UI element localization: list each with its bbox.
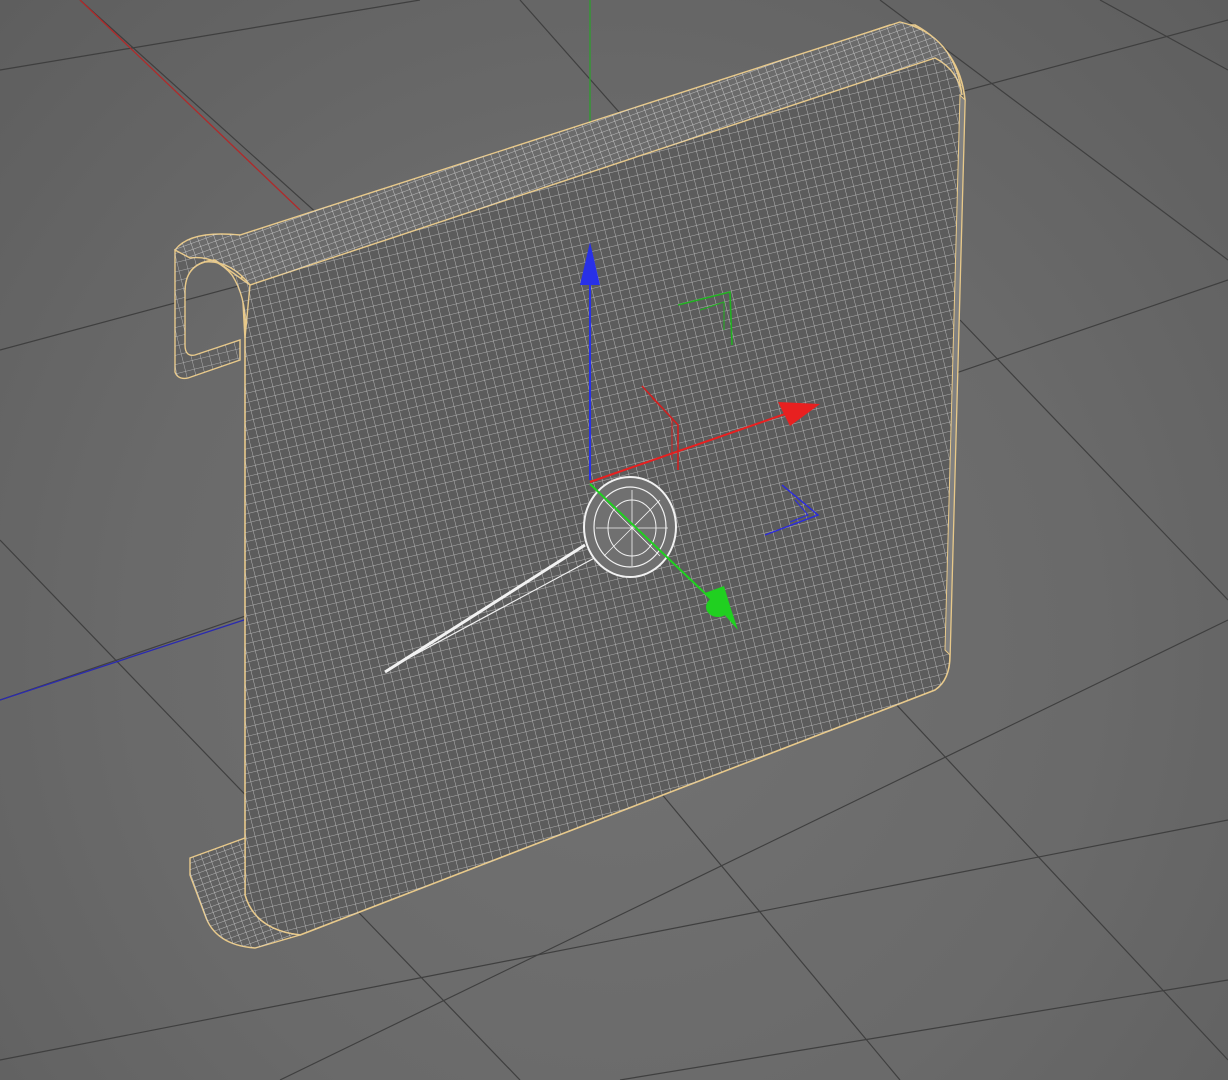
bent-sheet-mesh[interactable] — [174, 21, 966, 949]
viewport-scene — [0, 0, 1228, 1080]
world-axis-z — [0, 617, 251, 701]
world-axis-x — [79, 0, 301, 211]
3d-viewport[interactable] — [0, 0, 1228, 1080]
